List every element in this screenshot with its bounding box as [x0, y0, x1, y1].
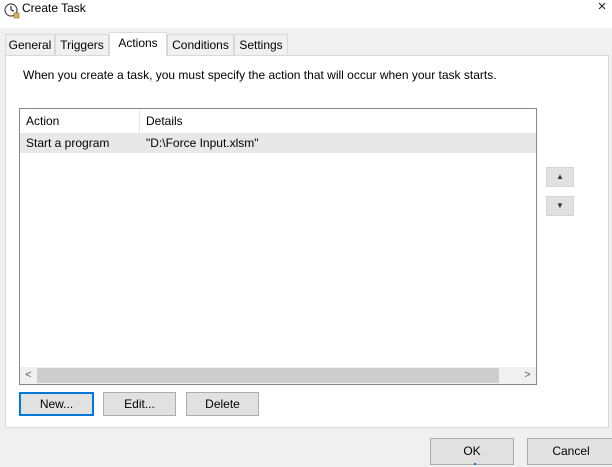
list-item-details: "D:\Force Input.xlsm" — [146, 136, 259, 150]
title-bar: Create Task × — [0, 0, 612, 28]
tab-triggers[interactable]: Triggers — [55, 34, 109, 55]
column-header-details[interactable]: Details — [140, 109, 536, 133]
horizontal-scrollbar[interactable]: < > — [20, 367, 536, 384]
cancel-button[interactable]: Cancel — [527, 438, 612, 465]
window-title: Create Task — [22, 1, 86, 15]
arrow-up-icon: ▲ — [556, 172, 564, 181]
arrow-left-icon[interactable]: < — [20, 367, 37, 384]
clock-icon — [4, 3, 20, 19]
tab-general[interactable]: General — [5, 34, 55, 55]
move-up-button[interactable]: ▲ — [546, 167, 574, 187]
arrow-down-icon: ▼ — [556, 201, 564, 210]
ok-button[interactable]: OK — [430, 438, 514, 465]
column-header-action[interactable]: Action — [20, 109, 140, 133]
list-item-action: Start a program — [26, 136, 110, 150]
edit-button[interactable]: Edit... — [103, 392, 176, 416]
tab-actions[interactable]: Actions — [109, 32, 167, 56]
scrollbar-thumb[interactable] — [37, 368, 499, 383]
move-down-button[interactable]: ▼ — [546, 196, 574, 216]
list-item[interactable]: Start a program "D:\Force Input.xlsm" — [20, 134, 536, 153]
new-button[interactable]: New... — [19, 392, 94, 416]
close-icon[interactable]: × — [592, 0, 612, 17]
tab-conditions[interactable]: Conditions — [167, 34, 234, 55]
focus-indicator — [474, 463, 476, 465]
delete-button[interactable]: Delete — [186, 392, 259, 416]
actions-list[interactable]: Action Details Start a program "D:\Force… — [19, 108, 537, 385]
list-header: Action Details — [20, 109, 536, 134]
arrow-right-icon[interactable]: > — [519, 367, 536, 384]
actions-description: When you create a task, you must specify… — [23, 68, 497, 82]
tab-settings[interactable]: Settings — [234, 34, 288, 55]
